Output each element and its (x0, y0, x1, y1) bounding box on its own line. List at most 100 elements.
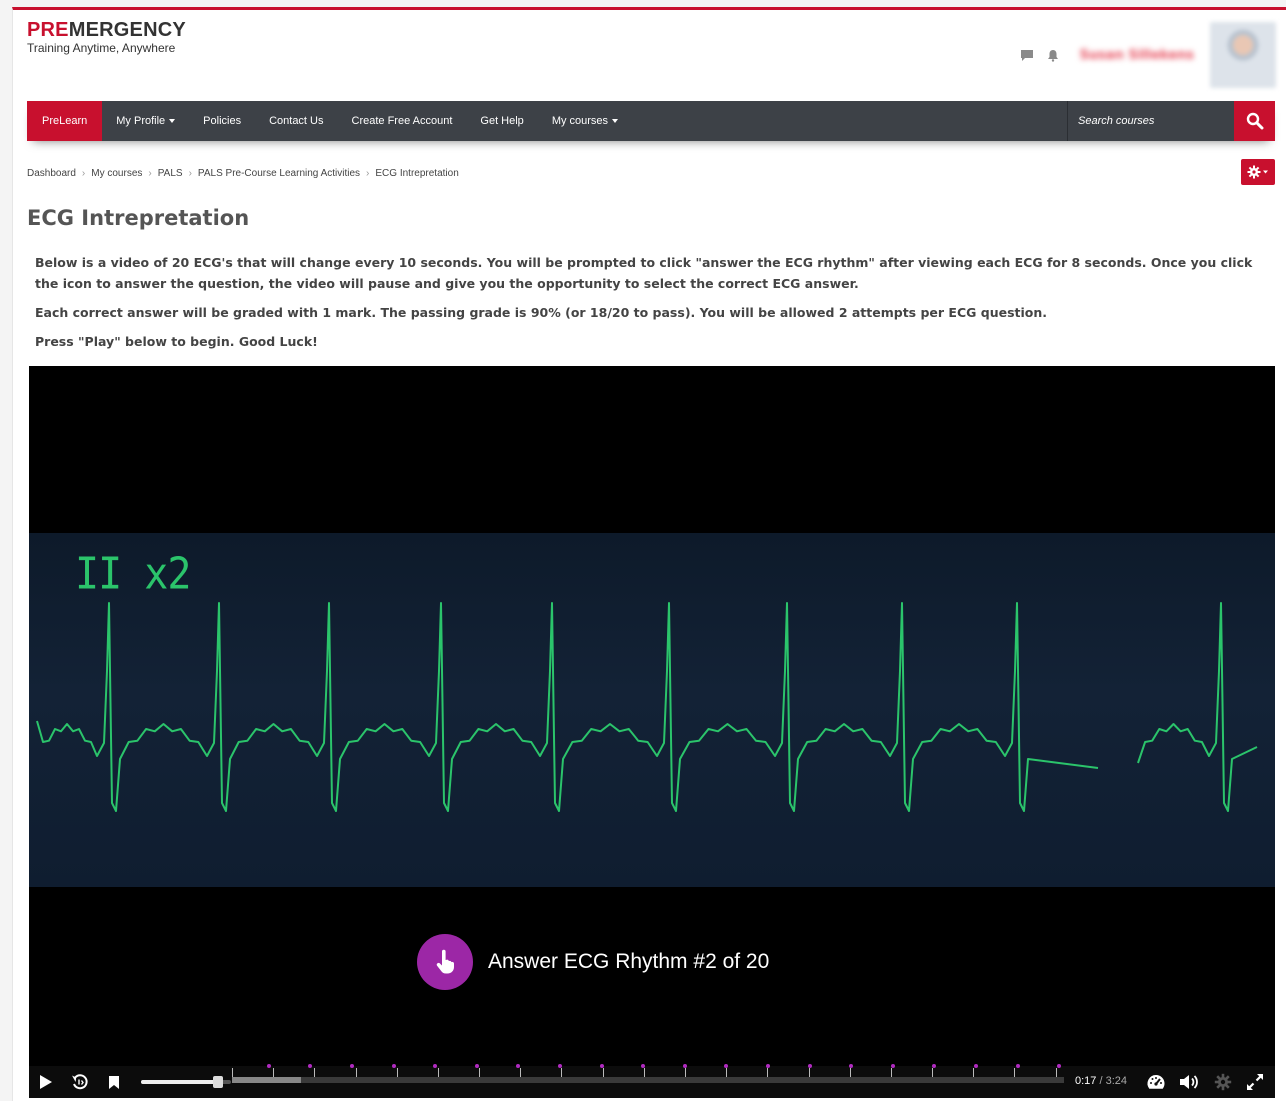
settings-menu-button[interactable] (1241, 159, 1275, 185)
timeline-tick (479, 1068, 481, 1077)
user-name[interactable]: Susan Sillekens (1079, 48, 1194, 63)
timeline-tick (890, 1068, 892, 1077)
interaction-marker[interactable] (1015, 1064, 1020, 1068)
logo-rest: MERGENCY (68, 19, 186, 41)
chevron-right-icon: › (366, 168, 370, 179)
page-title: ECG Intrepretation (27, 206, 250, 230)
ecg-monitor-frame: II x2 (29, 533, 1275, 887)
user-avatar[interactable] (1210, 22, 1276, 88)
interaction-marker[interactable] (350, 1064, 354, 1068)
nav-policies[interactable]: Policies (189, 101, 255, 141)
timeline-progress (232, 1077, 302, 1083)
interaction-marker[interactable] (266, 1064, 271, 1068)
chevron-right-icon: › (81, 168, 86, 179)
activity-instructions: Below is a video of 20 ECG's that will c… (35, 252, 1260, 360)
interaction-marker[interactable] (433, 1064, 438, 1068)
timeline-tick (932, 1068, 934, 1077)
search-courses-input[interactable] (1068, 101, 1234, 141)
bookmark-icon[interactable] (97, 1066, 131, 1098)
pointer-hand-icon[interactable] (417, 934, 473, 990)
interaction-marker[interactable] (391, 1064, 396, 1068)
timeline-tick (973, 1068, 975, 1077)
caret-down-icon (612, 119, 619, 123)
nav-my-courses[interactable]: My courses (538, 101, 632, 141)
breadcrumb-dashboard[interactable]: Dashboard (27, 168, 76, 179)
messages-icon[interactable] (1019, 47, 1035, 63)
timeline-tick (273, 1068, 275, 1077)
nav-get-help[interactable]: Get Help (466, 101, 537, 141)
search-button[interactable] (1234, 101, 1275, 141)
breadcrumb: Dashboard › My courses › PALS › PALS Pre-Co… (27, 168, 459, 179)
video-timeline[interactable] (232, 1064, 1064, 1083)
ecg-waveform (36, 602, 1258, 812)
interaction-marker[interactable] (308, 1064, 313, 1068)
logo-wordmark: PREMERGENCY (27, 20, 186, 40)
play-icon[interactable] (29, 1066, 63, 1098)
nav-create-free-account[interactable]: Create Free Account (338, 101, 467, 141)
timeline-tick (396, 1068, 398, 1077)
instruction-paragraph: Below is a video of 20 ECG's that will c… (35, 255, 1253, 291)
user-area: Susan Sillekens (1019, 20, 1276, 90)
instruction-paragraph: Press "Play" below to begin. Good Luck! (35, 334, 318, 349)
chevron-right-icon: › (188, 168, 192, 179)
main-navbar: PreLearn My Profile Policies Contact Us … (27, 101, 1275, 141)
volume-handle[interactable] (212, 1076, 223, 1088)
time-readout: 0:17 / 3:24 (1075, 1075, 1127, 1087)
timeline-tick (437, 1068, 439, 1077)
breadcrumb-pals-precourse[interactable]: PALS Pre-Course Learning Activities (198, 168, 360, 179)
interaction-marker[interactable] (974, 1064, 978, 1068)
interaction-marker[interactable] (1057, 1064, 1062, 1068)
timeline-tick (232, 1068, 233, 1077)
volume-slider[interactable] (141, 1076, 231, 1088)
volume-fill (141, 1080, 218, 1084)
timeline-tick (561, 1068, 563, 1077)
fullscreen-icon[interactable] (1240, 1066, 1270, 1098)
timeline-tick (643, 1068, 645, 1077)
timeline-tick (1014, 1068, 1016, 1077)
ecg-lead-label: II x2 (75, 548, 191, 600)
chevron-right-icon: › (148, 168, 152, 179)
notifications-bell-icon[interactable] (1045, 47, 1061, 63)
total-duration: 3:24 (1105, 1075, 1128, 1087)
nav-label: Create Free Account (351, 115, 453, 127)
nav-my-profile[interactable]: My Profile (102, 101, 189, 141)
timeline-tick (808, 1068, 810, 1077)
answer-prompt-label[interactable]: Answer ECG Rhythm #2 of 20 (488, 950, 769, 974)
answer-ecg-prompt[interactable]: Answer ECG Rhythm #2 of 20 (417, 934, 769, 990)
nav-label: PreLearn (42, 115, 88, 127)
nav-label: My Profile (116, 115, 166, 127)
breadcrumb-pals[interactable]: PALS (158, 168, 183, 179)
nav-contact-us[interactable]: Contact Us (255, 101, 337, 141)
nav-label: My courses (551, 115, 609, 127)
timeline-tick (602, 1068, 604, 1077)
timeline-tick (1055, 1068, 1057, 1077)
course-search (1067, 101, 1275, 141)
search-icon (1246, 112, 1263, 130)
rewind-10-icon[interactable] (63, 1066, 97, 1098)
timeline-tick (355, 1068, 357, 1077)
timeline-tick (314, 1068, 316, 1077)
timeline-tick (849, 1068, 851, 1077)
gear-icon (1247, 165, 1268, 179)
site-logo[interactable]: PREMERGENCY Training Anytime, Anywhere (27, 20, 186, 55)
settings-gear-icon[interactable] (1208, 1066, 1238, 1098)
current-time: 0:17 (1075, 1075, 1097, 1087)
breadcrumb-my-courses[interactable]: My courses (91, 168, 142, 179)
nav-label: Get Help (480, 115, 524, 127)
breadcrumb-current: ECG Intrepretation (375, 168, 459, 179)
nav-label: Policies (203, 115, 242, 127)
nav-label: Contact Us (269, 115, 324, 127)
timeline-tick (685, 1068, 687, 1077)
video-player[interactable]: II x2 Answer ECG Rhythm #2 of 20 0:17 / … (29, 366, 1275, 1098)
timeline-tick (520, 1068, 522, 1077)
ecg-trace (36, 602, 1258, 812)
video-controls: 0:17 / 3:24 (29, 1064, 1275, 1098)
volume-icon[interactable] (1174, 1066, 1204, 1098)
caret-down-icon (169, 119, 176, 123)
page: PREMERGENCY Training Anytime, Anywhere S… (12, 7, 1286, 1101)
logo-pre: PRE (27, 19, 69, 41)
nav-prelearn[interactable]: PreLearn (27, 101, 103, 141)
playback-speed-icon[interactable] (1141, 1066, 1171, 1098)
time-separator: / (1096, 1075, 1106, 1087)
timeline-tick (767, 1068, 769, 1077)
